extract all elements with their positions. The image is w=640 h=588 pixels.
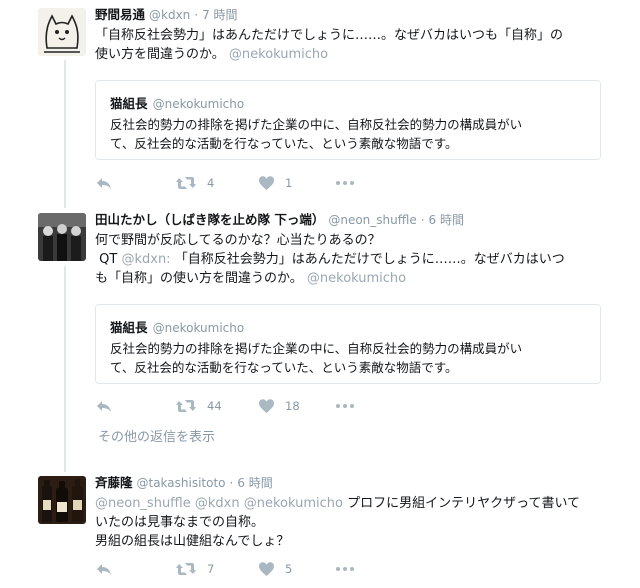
timestamp[interactable]: 7 時間 <box>202 8 237 22</box>
display-name[interactable]: 田山たかし（しばき隊を止め隊 下っ端） <box>95 212 324 227</box>
quoted-username: @nekokumicho <box>152 321 245 335</box>
tweet-text-fragment: 「自称反社会勢力」はあんただけでしょうに……。なぜバカはいつ <box>174 252 565 267</box>
retweet-button[interactable]: 4 <box>175 172 214 194</box>
reply-icon <box>97 401 111 412</box>
qt-prefix: QT <box>99 252 118 267</box>
quoted-text-line: 反社会的勢力の排除を掲げた企業の中に、自称反社会的勢力の構成員がい <box>110 341 523 356</box>
more-icon <box>336 404 354 408</box>
tweet-header: 野間易通 @kdxn · 7 時間 <box>95 6 612 24</box>
separator-dot: · <box>194 8 199 22</box>
tweet-text-line: QT @kdxn: 「自称反社会勢力」はあんただけでしょうに……。なぜバカはいつ <box>95 250 612 269</box>
tweet[interactable]: 野間易通 @kdxn · 7 時間 「自称反社会勢力」はあんただけでしょうに……… <box>0 0 640 205</box>
wine-bottles-avatar-icon <box>38 476 86 524</box>
more-icon <box>336 181 354 185</box>
tweet-text-line: も「自称」の使い方を間違うのか。 @nekokumicho <box>95 269 612 288</box>
mention-link[interactable]: @nekokumicho <box>229 47 328 62</box>
tweet-actions: 7 5 <box>95 558 395 580</box>
cat-avatar-icon <box>38 8 86 56</box>
quoted-text-line: て、反社会的な活動を行なっていた、という素敵な物語です。 <box>110 136 458 151</box>
retweet-button[interactable]: 44 <box>175 395 222 417</box>
quoted-text-line: て、反社会的な活動を行なっていた、という素敵な物語です。 <box>110 360 458 375</box>
retweet-count: 7 <box>207 562 215 576</box>
tweet-text-line: 「自称反社会勢力」はあんただけでしょうに……。なぜバカはいつも「自称」の <box>95 28 564 43</box>
quoted-display-name: 猫組長 <box>110 96 148 111</box>
reply-button[interactable] <box>95 395 113 417</box>
tweet-text-line: 男組の組長は山健組なんでしょ？ <box>95 534 290 549</box>
more-button[interactable] <box>336 558 354 580</box>
reply-icon <box>97 178 111 189</box>
retweet-icon <box>176 177 196 189</box>
tweet[interactable]: 田山たかし（しばき隊を止め隊 下っ端） @neon_shuffle · 6 時間… <box>0 205 640 455</box>
display-name[interactable]: 野間易通 <box>95 7 145 22</box>
avatar[interactable] <box>38 213 86 261</box>
avatar[interactable] <box>38 8 86 56</box>
tweet-text: @neon_shuffle @kdxn @nekokumicho プロフに男組イ… <box>95 494 612 551</box>
quoted-text: 反社会的勢力の排除を掲げた企業の中に、自称反社会的勢力の構成員がい て、反社会的… <box>110 115 586 153</box>
reply-button[interactable] <box>95 558 113 580</box>
like-button[interactable]: 1 <box>258 172 292 194</box>
tweet-text-line: @neon_shuffle @kdxn @nekokumicho プロフに男組イ… <box>95 494 612 513</box>
group-photo-avatar-icon <box>38 213 86 261</box>
separator-dot: · <box>420 213 425 227</box>
quoted-username: @nekokumicho <box>152 97 245 111</box>
tweet-text-line: 使い方を間違うのか。 @nekokumicho <box>95 45 612 64</box>
timestamp[interactable]: 6 時間 <box>237 476 272 490</box>
separator-dot: · <box>229 476 234 490</box>
heart-icon <box>259 399 274 413</box>
quoted-text-line: 反社会的勢力の排除を掲げた企業の中に、自称反社会的勢力の構成員がい <box>110 117 523 132</box>
retweet-icon <box>176 400 196 412</box>
tweet-text-line: いたのは見事なまでの自称。 <box>95 515 265 530</box>
quoted-tweet[interactable]: 猫組長 @nekokumicho 反社会的勢力の排除を掲げた企業の中に、自称反社… <box>95 80 601 160</box>
tweet[interactable]: 斉藤隆 @takashisitoto · 6 時間 @neon_shuffle … <box>0 468 640 588</box>
username[interactable]: @kdxn <box>149 8 190 22</box>
retweet-button[interactable]: 7 <box>175 558 214 580</box>
mention-link[interactable]: @neon_shuffle @kdxn @nekokumicho <box>95 496 343 511</box>
show-more-replies-link[interactable]: その他の返信を表示 <box>98 426 215 445</box>
tweet-actions: 4 1 <box>95 172 395 194</box>
like-count: 5 <box>285 562 293 576</box>
more-button[interactable] <box>336 172 354 194</box>
tweet-header: 田山たかし（しばき隊を止め隊 下っ端） @neon_shuffle · 6 時間 <box>95 211 612 229</box>
display-name[interactable]: 斉藤隆 <box>95 475 133 490</box>
more-icon <box>336 567 354 571</box>
like-count: 1 <box>285 176 293 190</box>
more-button[interactable] <box>336 395 354 417</box>
tweet-header: 斉藤隆 @takashisitoto · 6 時間 <box>95 474 612 492</box>
avatar[interactable] <box>38 476 86 524</box>
tweet-text-fragment: プロフに男組インテリヤクザって書いて <box>342 496 581 511</box>
mention-link[interactable]: @kdxn: <box>121 252 170 267</box>
reply-button[interactable] <box>95 172 113 194</box>
tweet-text-line: 何で野間が反応してるのかな？心当たりあるの？ <box>95 233 381 248</box>
quoted-display-name: 猫組長 <box>110 320 148 335</box>
tweet-actions: 44 18 <box>95 395 395 417</box>
retweet-icon <box>176 563 196 575</box>
like-button[interactable]: 5 <box>258 558 292 580</box>
username[interactable]: @neon_shuffle <box>328 213 416 227</box>
like-count: 18 <box>285 399 300 413</box>
heart-icon <box>259 176 274 190</box>
tweet-text-fragment: も「自称」の使い方を間違うのか。 <box>95 271 303 286</box>
retweet-count: 4 <box>207 176 215 190</box>
heart-icon <box>259 562 274 576</box>
quoted-tweet[interactable]: 猫組長 @nekokumicho 反社会的勢力の排除を掲げた企業の中に、自称反社… <box>95 304 601 384</box>
mention-link[interactable]: @nekokumicho <box>307 271 406 286</box>
username[interactable]: @takashisitoto <box>137 476 226 490</box>
tweet-text-fragment: 使い方を間違うのか。 <box>95 47 225 62</box>
retweet-count: 44 <box>207 399 222 413</box>
tweet-text: 「自称反社会勢力」はあんただけでしょうに……。なぜバカはいつも「自称」の 使い方… <box>95 26 612 64</box>
timestamp[interactable]: 6 時間 <box>429 213 464 227</box>
like-button[interactable]: 18 <box>258 395 300 417</box>
reply-icon <box>97 564 111 575</box>
quoted-text: 反社会的勢力の排除を掲げた企業の中に、自称反社会的勢力の構成員がい て、反社会的… <box>110 339 586 377</box>
tweet-text: 何で野間が反応してるのかな？心当たりあるの？ QT @kdxn: 「自称反社会勢… <box>95 231 612 288</box>
